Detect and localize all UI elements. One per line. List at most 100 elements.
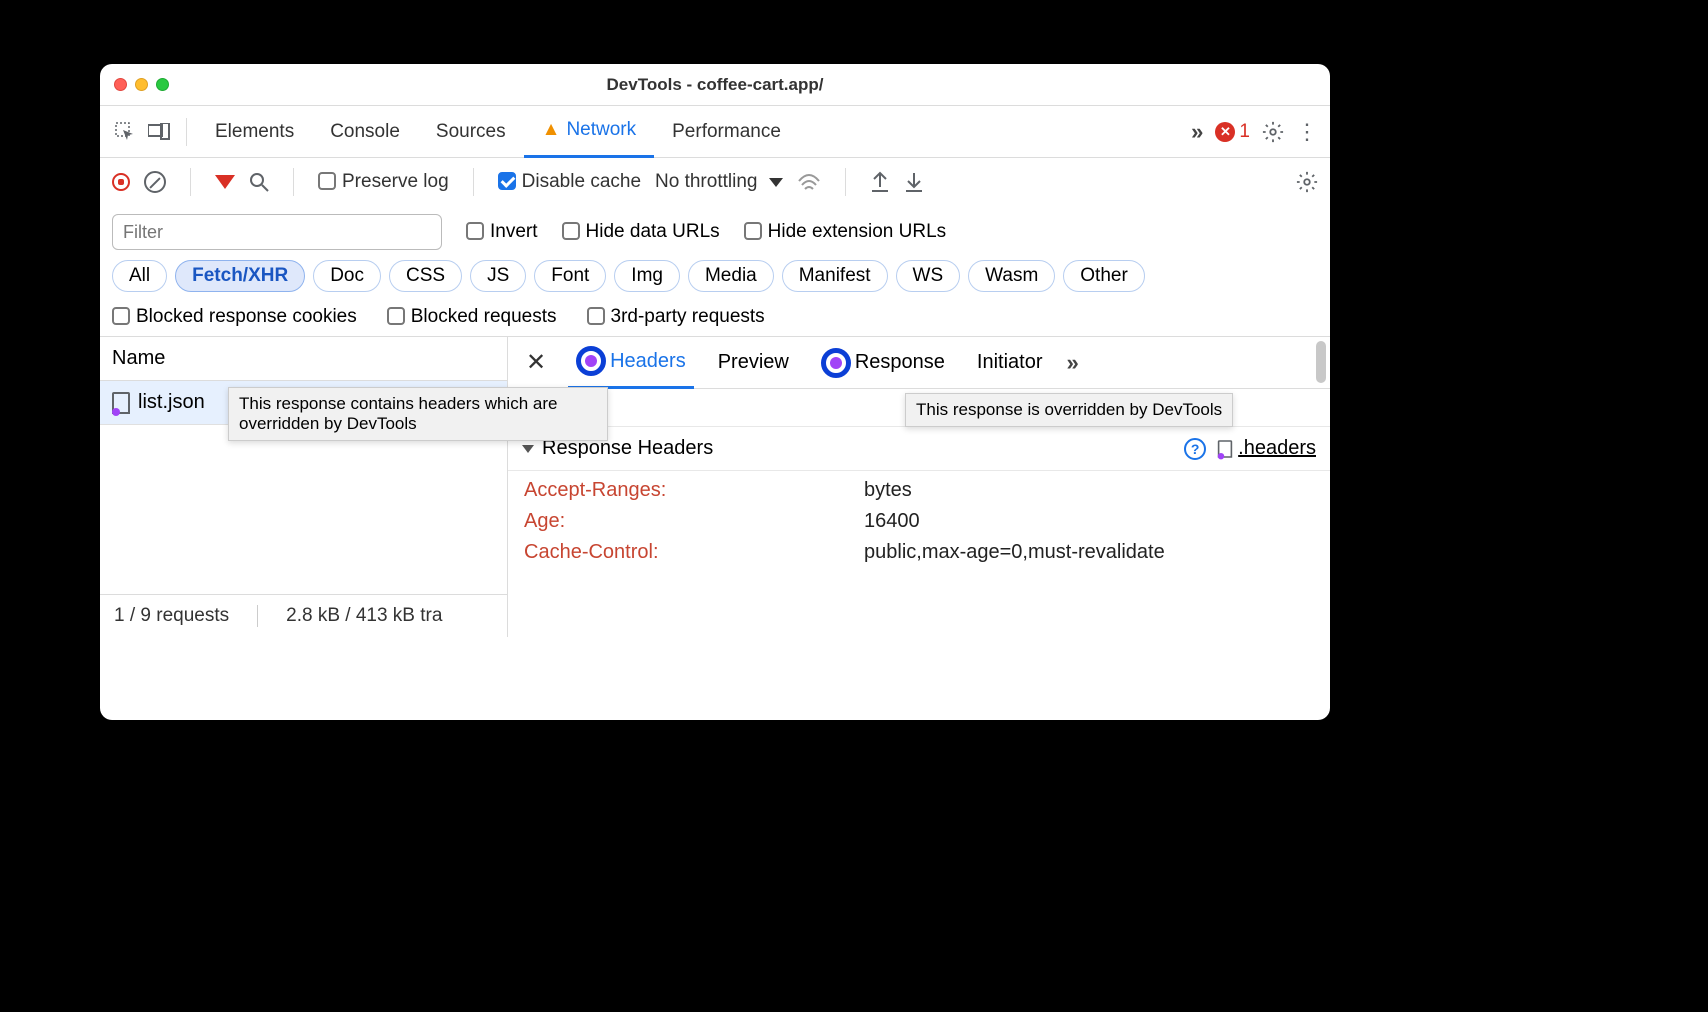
tab-console[interactable]: Console — [312, 106, 418, 158]
name-column-header[interactable]: Name — [100, 337, 507, 381]
chip-wasm[interactable]: Wasm — [968, 260, 1055, 292]
response-headers-section[interactable]: Response Headers ? .headers — [508, 427, 1330, 471]
headers-override-tooltip: This response contains headers which are… — [228, 387, 608, 441]
tab-elements[interactable]: Elements — [197, 106, 312, 158]
more-detail-tabs-icon[interactable]: » — [1067, 350, 1079, 376]
transferred-size: 2.8 kB / 413 kB tra — [286, 605, 442, 627]
request-list: Name list.json 1 / 9 requests 2.8 kB / 4… — [100, 337, 508, 637]
upload-har-icon[interactable] — [870, 171, 890, 193]
window-title: DevTools - coffee-cart.app/ — [100, 75, 1330, 95]
invert-checkbox[interactable]: Invert — [466, 221, 538, 243]
separator — [293, 168, 294, 196]
invert-label: Invert — [490, 221, 538, 242]
header-value: bytes — [864, 479, 912, 502]
separator — [190, 168, 191, 196]
separator — [473, 168, 474, 196]
third-party-label: 3rd-party requests — [611, 306, 765, 327]
settings-icon[interactable] — [1262, 121, 1284, 143]
chevron-down-icon — [769, 178, 783, 187]
override-indicator-icon — [821, 348, 851, 378]
preserve-log-label: Preserve log — [342, 171, 449, 192]
device-toolbar-icon[interactable] — [142, 115, 176, 149]
chip-doc[interactable]: Doc — [313, 260, 381, 292]
inspect-element-icon[interactable] — [108, 115, 142, 149]
separator — [845, 168, 846, 196]
response-override-tooltip: This response is overridden by DevTools — [905, 393, 1233, 427]
detail-tabs: ✕ Headers Preview Response Initiator » — [508, 337, 1330, 389]
minimize-window-button[interactable] — [135, 78, 148, 91]
blocked-requests-label: Blocked requests — [411, 306, 557, 327]
titlebar: DevTools - coffee-cart.app/ — [100, 64, 1330, 106]
blocked-requests-checkbox[interactable]: Blocked requests — [387, 306, 557, 328]
chip-other[interactable]: Other — [1063, 260, 1145, 292]
headers-file-link-label: .headers — [1238, 437, 1316, 460]
filter-icon[interactable] — [215, 175, 235, 189]
header-key: Accept-Ranges: — [524, 479, 864, 502]
zoom-window-button[interactable] — [156, 78, 169, 91]
third-party-checkbox[interactable]: 3rd-party requests — [587, 306, 765, 328]
error-count-badge[interactable]: ✕ 1 — [1215, 121, 1250, 143]
request-filename: list.json — [138, 391, 205, 414]
header-value: public,max-age=0,must-revalidate — [864, 541, 1165, 564]
separator — [186, 118, 187, 146]
chip-media[interactable]: Media — [688, 260, 774, 292]
clear-button[interactable] — [144, 171, 166, 193]
disclosure-triangle-icon — [522, 445, 534, 453]
devtools-window: DevTools - coffee-cart.app/ Elements Con… — [100, 64, 1330, 720]
hide-data-urls-checkbox[interactable]: Hide data URLs — [562, 221, 720, 243]
detail-tab-headers-label: Headers — [610, 350, 686, 373]
warning-icon: ▲ — [542, 119, 561, 141]
detail-tab-initiator[interactable]: Initiator — [969, 337, 1051, 389]
disable-cache-label: Disable cache — [522, 171, 641, 192]
chip-all[interactable]: All — [112, 260, 167, 292]
kebab-menu-icon[interactable]: ⋮ — [1296, 119, 1318, 145]
error-count-value: 1 — [1239, 121, 1250, 143]
chip-manifest[interactable]: Manifest — [782, 260, 888, 292]
requests-count: 1 / 9 requests — [114, 605, 229, 627]
hide-extension-urls-label: Hide extension URLs — [768, 221, 946, 242]
hide-data-urls-label: Hide data URLs — [586, 221, 720, 242]
main-tabs-row: Elements Console Sources ▲ Network Perfo… — [100, 106, 1330, 158]
chip-img[interactable]: Img — [614, 260, 680, 292]
blocked-response-cookies-checkbox[interactable]: Blocked response cookies — [112, 306, 357, 328]
throttling-select[interactable]: No throttling — [655, 171, 783, 193]
close-detail-button[interactable]: ✕ — [520, 348, 552, 377]
chip-js[interactable]: JS — [470, 260, 526, 292]
detail-tab-preview[interactable]: Preview — [710, 337, 797, 389]
detail-tab-headers[interactable]: Headers — [568, 337, 694, 389]
chip-ws[interactable]: WS — [896, 260, 961, 292]
disable-cache-checkbox[interactable]: Disable cache — [498, 171, 641, 193]
request-detail-pane: ✕ Headers Preview Response Initiator » R… — [508, 337, 1330, 637]
help-icon[interactable]: ? — [1184, 438, 1206, 460]
close-window-button[interactable] — [114, 78, 127, 91]
header-row: Accept-Ranges: bytes — [524, 479, 1314, 502]
hide-extension-urls-checkbox[interactable]: Hide extension URLs — [744, 221, 946, 243]
search-icon[interactable] — [249, 172, 269, 192]
preserve-log-checkbox[interactable]: Preserve log — [318, 171, 449, 193]
download-har-icon[interactable] — [904, 171, 924, 193]
chip-css[interactable]: CSS — [389, 260, 462, 292]
resource-type-chips: All Fetch/XHR Doc CSS JS Font Img Media … — [100, 254, 1330, 298]
header-row: Cache-Control: public,max-age=0,must-rev… — [524, 541, 1314, 564]
filter-row: Invert Hide data URLs Hide extension URL… — [100, 206, 1330, 254]
scrollbar-thumb[interactable] — [1316, 341, 1326, 383]
network-conditions-icon[interactable] — [797, 171, 821, 193]
headers-file-link[interactable]: .headers — [1216, 437, 1316, 460]
tab-sources[interactable]: Sources — [418, 106, 524, 158]
tab-performance[interactable]: Performance — [654, 106, 799, 158]
record-button[interactable] — [112, 173, 130, 191]
settings-icon[interactable] — [1296, 171, 1318, 193]
header-value: 16400 — [864, 510, 920, 533]
more-tabs-icon[interactable]: » — [1191, 119, 1203, 145]
detail-tab-response[interactable]: Response — [813, 337, 953, 389]
throttling-value: No throttling — [655, 171, 757, 193]
extra-filters-row: Blocked response cookies Blocked request… — [100, 298, 1330, 337]
tab-network[interactable]: ▲ Network — [524, 106, 655, 158]
override-indicator-icon — [576, 346, 606, 376]
tab-network-label: Network — [566, 119, 636, 141]
chip-font[interactable]: Font — [534, 260, 606, 292]
error-icon: ✕ — [1215, 122, 1235, 142]
filter-input[interactable] — [112, 214, 442, 250]
chip-fetch-xhr[interactable]: Fetch/XHR — [175, 260, 305, 292]
blocked-response-cookies-label: Blocked response cookies — [136, 306, 357, 327]
